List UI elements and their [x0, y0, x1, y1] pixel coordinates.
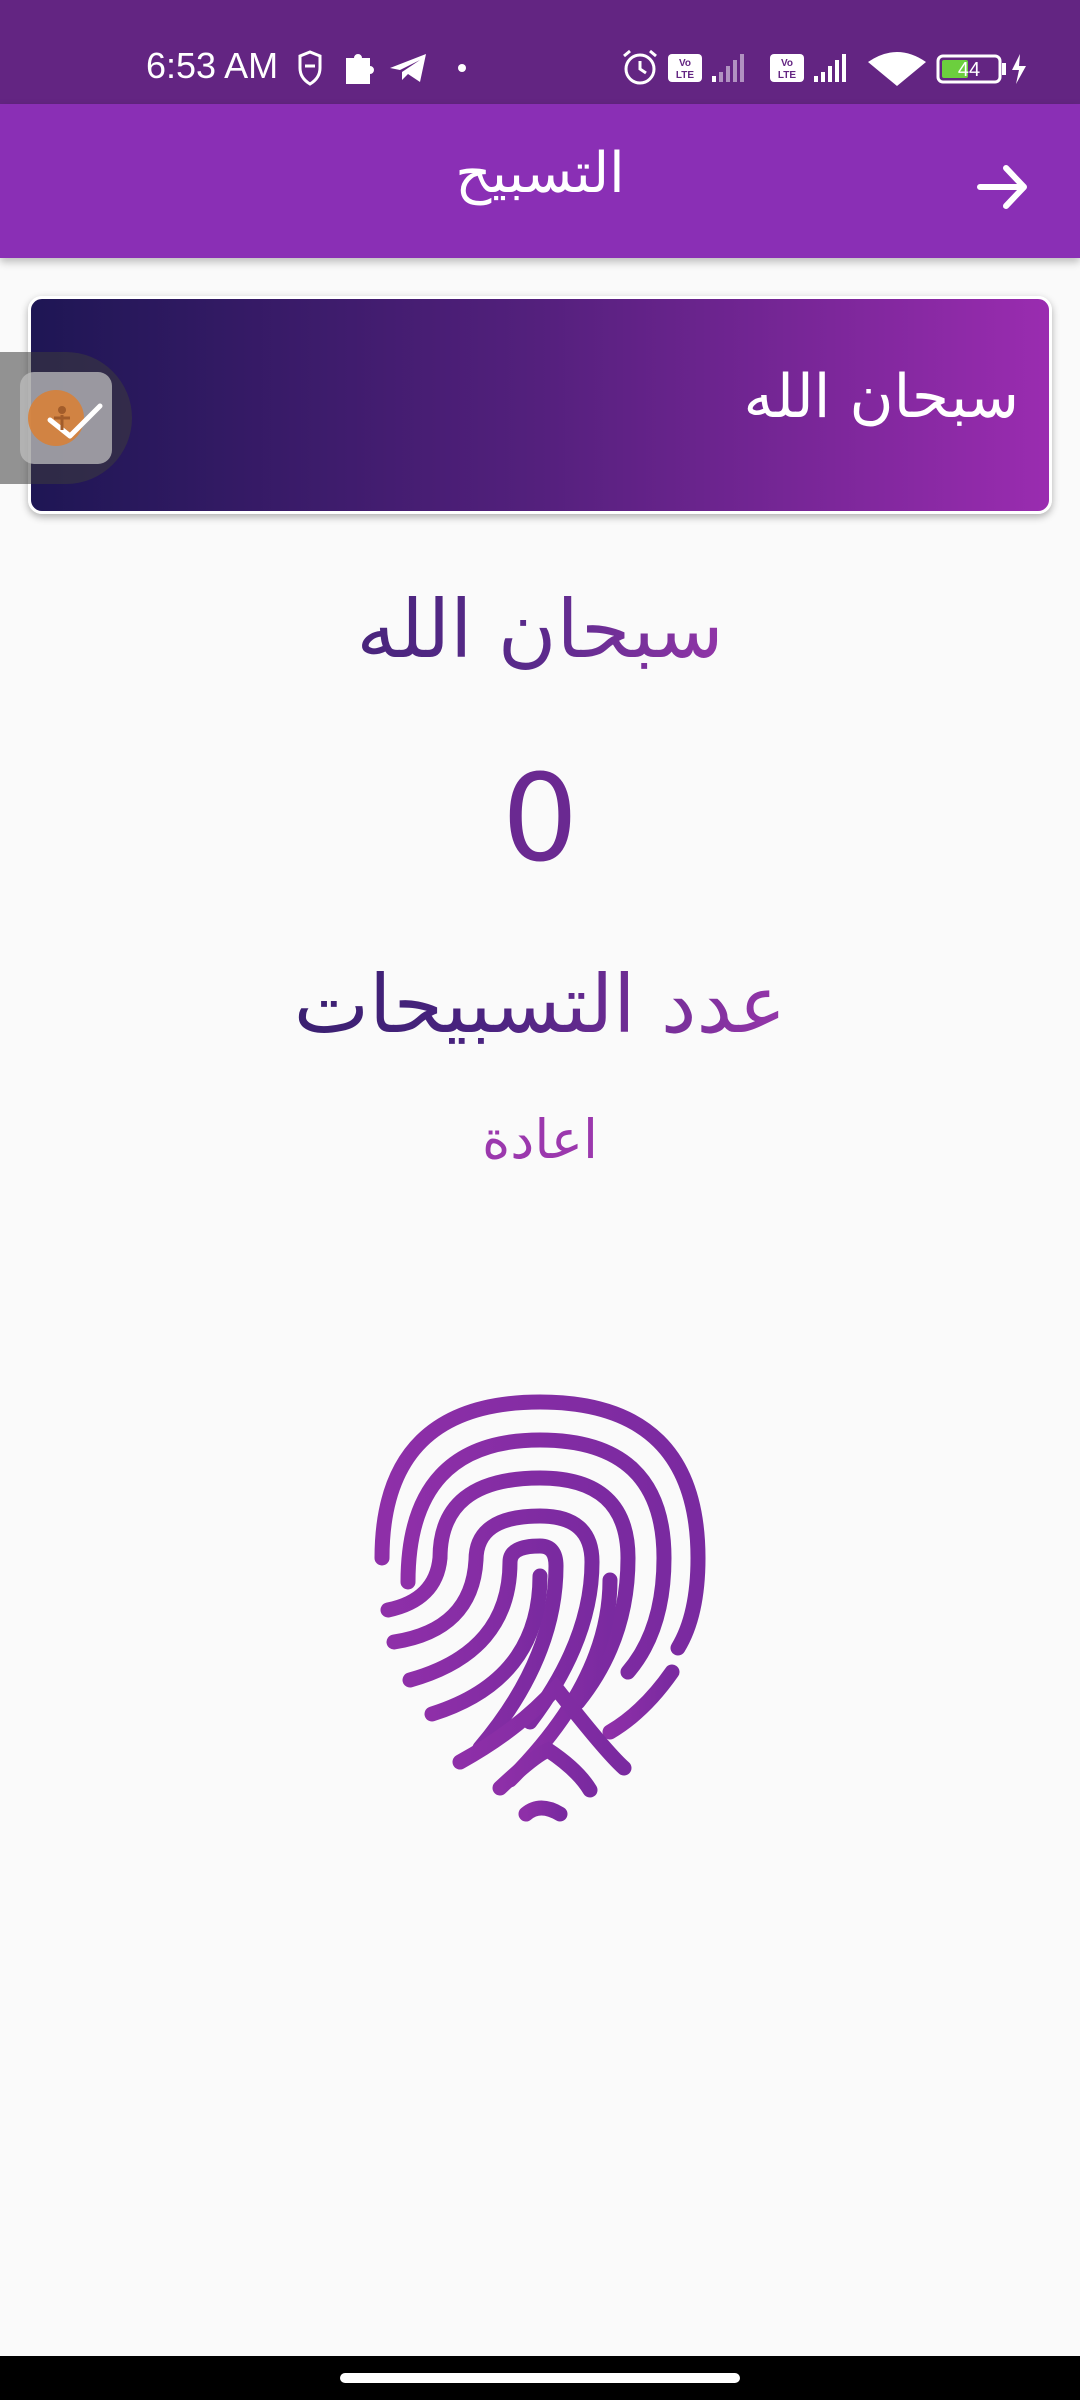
puzzle-icon: [346, 54, 374, 84]
app-bar: التسبيح: [0, 104, 1080, 258]
signal-icon: [814, 54, 846, 82]
volte-icon: Vo LTE: [770, 54, 804, 82]
status-time: 6:53 AM: [146, 45, 279, 86]
svg-text:LTE: LTE: [676, 70, 694, 81]
status-bar: 6:53 AM Vo LTE Vo LTE 44: [0, 0, 1080, 104]
telegram-icon: [390, 54, 426, 82]
status-left-icons: [298, 50, 466, 86]
count-tap-button[interactable]: [360, 1390, 720, 1830]
accessibility-button[interactable]: [20, 372, 112, 464]
status-right-icons: Vo LTE Vo LTE 44: [623, 49, 1026, 86]
home-indicator[interactable]: [340, 2373, 740, 2383]
dhikr-text: سبحان الله: [0, 580, 1080, 680]
navigation-bar: [0, 2356, 1080, 2400]
counter-value: 0: [501, 750, 579, 889]
svg-text:LTE: LTE: [778, 70, 796, 81]
battery-icon: 44: [936, 54, 1006, 84]
counter-label: عدد التسبيحات: [0, 950, 1080, 1060]
dhikr-card-label: سبحان الله: [743, 362, 1019, 432]
alarm-icon: [623, 49, 657, 85]
signal-icon: [712, 54, 744, 82]
battery-level: 44: [958, 59, 980, 81]
dhikr-card[interactable]: سبحان الله: [28, 296, 1052, 514]
charging-icon: [1012, 54, 1026, 84]
chevron-down-icon: [47, 403, 103, 439]
svg-text:Vo: Vo: [679, 58, 691, 69]
arrow-right-icon[interactable]: [968, 152, 1038, 222]
shield-icon: [298, 50, 322, 86]
fingerprint-icon: [374, 1394, 706, 1822]
volte-icon: Vo LTE: [668, 54, 702, 82]
page-title: التسبيح: [455, 141, 625, 206]
reset-button[interactable]: اعادة: [415, 1100, 665, 1180]
accessibility-widget[interactable]: [0, 352, 132, 484]
dot-icon: [458, 64, 466, 72]
wifi-icon: [868, 52, 926, 86]
svg-text:Vo: Vo: [781, 58, 793, 69]
